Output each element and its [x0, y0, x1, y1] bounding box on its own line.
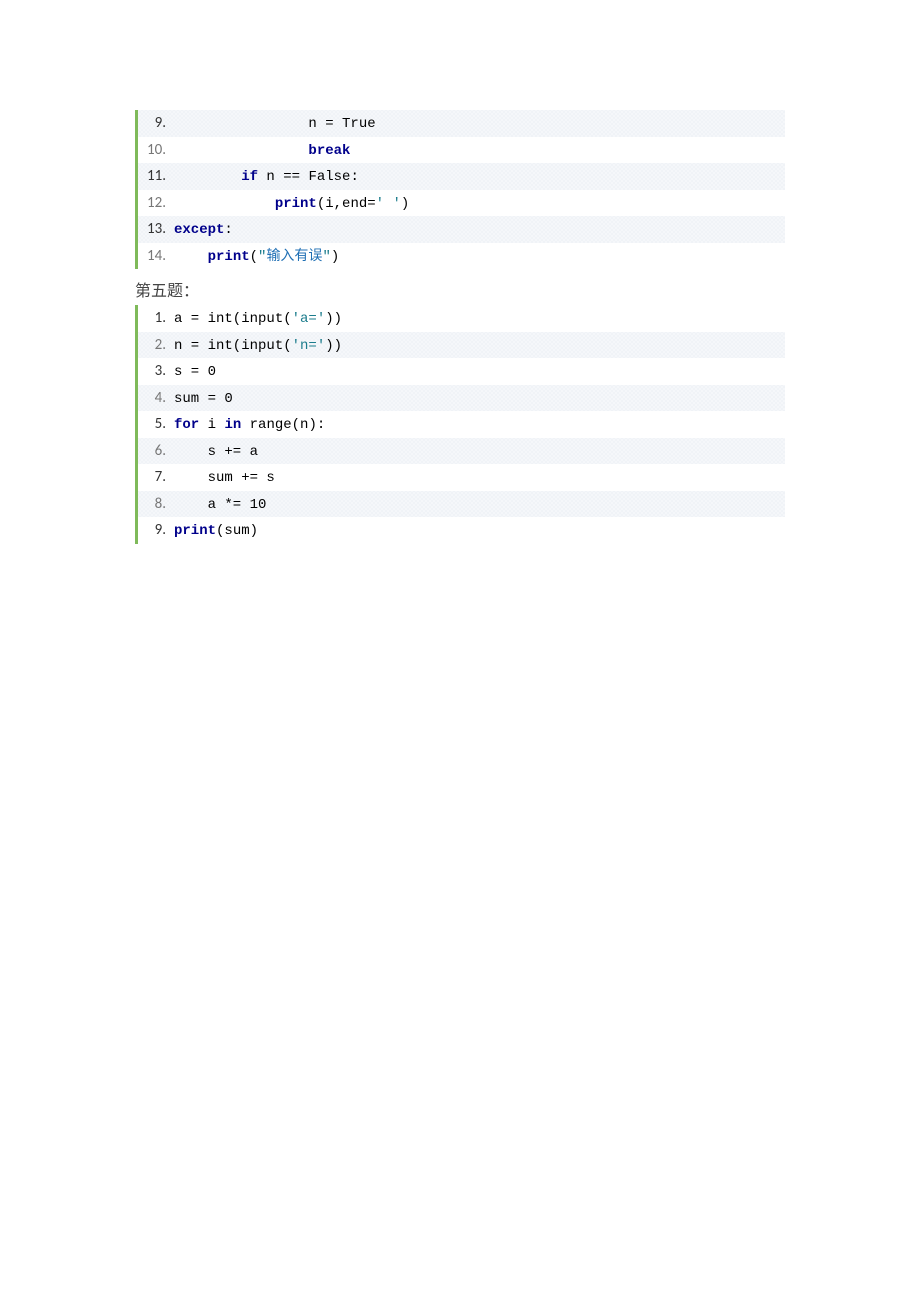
code-line: 5.for i in range(n): — [138, 411, 785, 438]
code-line: 3.s = 0 — [138, 358, 785, 385]
code-line: 14. print("输入有误") — [138, 243, 785, 270]
line-number: 3. — [138, 358, 174, 384]
code-content: if n == False: — [174, 165, 785, 190]
code-content: print(i,end=' ') — [174, 192, 785, 217]
line-number: 6. — [138, 438, 174, 464]
line-number: 7. — [138, 464, 174, 490]
code-content: s = 0 — [174, 360, 785, 385]
line-number: 4. — [138, 385, 174, 411]
code-content: sum += s — [174, 466, 785, 491]
line-number: 13. — [138, 216, 174, 242]
code-content: sum = 0 — [174, 387, 785, 412]
code-line: 10. break — [138, 137, 785, 164]
line-number: 8. — [138, 491, 174, 517]
line-number: 14. — [138, 243, 174, 269]
code-line: 4.sum = 0 — [138, 385, 785, 412]
line-number: 10. — [138, 137, 174, 163]
code-line: 2.n = int(input('n=')) — [138, 332, 785, 359]
document-page: 9. n = True10. break11. if n == False:12… — [0, 0, 920, 564]
code-content: n = int(input('n=')) — [174, 334, 785, 359]
line-number: 1. — [138, 305, 174, 331]
code-line: 13.except: — [138, 216, 785, 243]
code-line: 9.print(sum) — [138, 517, 785, 544]
question-heading: 第五题： — [135, 277, 785, 301]
line-number: 9. — [138, 517, 174, 543]
code-line: 7. sum += s — [138, 464, 785, 491]
code-content: a = int(input('a=')) — [174, 307, 785, 332]
code-block-2: 1.a = int(input('a='))2.n = int(input('n… — [135, 305, 785, 544]
line-number: 9. — [138, 110, 174, 136]
code-content: print("输入有误") — [174, 245, 785, 270]
code-line: 1.a = int(input('a=')) — [138, 305, 785, 332]
code-content: a *= 10 — [174, 493, 785, 518]
code-block-1: 9. n = True10. break11. if n == False:12… — [135, 110, 785, 269]
code-line: 9. n = True — [138, 110, 785, 137]
line-number: 11. — [138, 163, 174, 189]
line-number: 2. — [138, 332, 174, 358]
code-line: 6. s += a — [138, 438, 785, 465]
code-content: print(sum) — [174, 519, 785, 544]
code-content: s += a — [174, 440, 785, 465]
code-line: 8. a *= 10 — [138, 491, 785, 518]
code-content: break — [174, 139, 785, 164]
line-number: 5. — [138, 411, 174, 437]
line-number: 12. — [138, 190, 174, 216]
code-content: for i in range(n): — [174, 413, 785, 438]
code-content: except: — [174, 218, 785, 243]
code-content: n = True — [174, 112, 785, 137]
code-line: 11. if n == False: — [138, 163, 785, 190]
code-line: 12. print(i,end=' ') — [138, 190, 785, 217]
